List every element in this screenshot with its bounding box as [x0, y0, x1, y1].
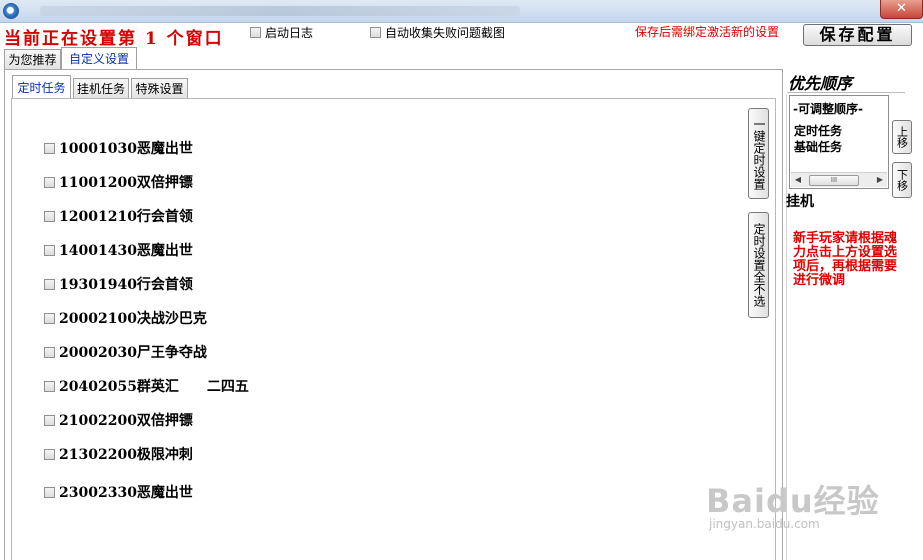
task-label: 12001210行会首领: [59, 209, 193, 225]
checkbox-box[interactable]: [44, 312, 55, 324]
watermark-logo: Baidu经验: [706, 482, 880, 520]
priority-list-item[interactable]: 定时任务: [794, 122, 842, 139]
task-checkbox-row[interactable]: 23002330恶魔出世: [44, 482, 193, 502]
save-config-button[interactable]: 保存配置: [803, 24, 912, 46]
idle-section-label: 挂机: [786, 194, 814, 210]
checkbox-box[interactable]: [44, 244, 55, 256]
priority-title: 优先顺序: [788, 74, 853, 93]
title-bar: ✕: [0, 0, 923, 23]
task-label: 23002330恶魔出世: [59, 485, 193, 501]
move-down-button[interactable]: 下移: [892, 162, 912, 198]
checkbox-box[interactable]: [44, 380, 55, 392]
task-checkbox-row[interactable]: 21302200极限冲刺: [44, 444, 193, 464]
task-checkbox-row[interactable]: 10001030恶魔出世: [44, 138, 193, 158]
priority-list-header: -可调整顺序-: [793, 102, 863, 116]
task-label: 11001200双倍押镖: [59, 175, 193, 191]
baidu-watermark: Baidu经验 jingyan.baidu.com: [706, 476, 880, 531]
task-checkbox-row[interactable]: 20002030尸王争夺战: [44, 342, 207, 362]
close-button[interactable]: ✕: [880, 0, 923, 19]
task-label: 20002100决战沙巴克: [59, 311, 207, 327]
move-down-label: 下移: [895, 169, 909, 191]
task-label: 20002030尸王争夺战: [59, 345, 207, 361]
task-checkbox-row[interactable]: 12001210行会首领: [44, 206, 193, 226]
task-label: 14001430恶魔出世: [59, 243, 193, 259]
checkbox-box[interactable]: [44, 346, 55, 358]
checkbox-box[interactable]: [44, 142, 55, 154]
tab-recommended[interactable]: 为您推荐: [4, 49, 61, 69]
task-label: 21002200双倍押镖: [59, 413, 193, 429]
tab-scheduled-tasks[interactable]: 定时任务: [12, 75, 71, 99]
save-notice: 保存后需绑定激活新的设置: [635, 25, 780, 39]
task-checkbox-row[interactable]: 20002100决战沙巴克: [44, 308, 207, 328]
newbie-tip: 新手玩家请根据魂力点击上方设置选项后，再根据需要进行微调: [793, 231, 898, 288]
deselect-all-schedule-button[interactable]: 定时设置全不选: [748, 212, 769, 318]
task-label: 19301940行会首领: [59, 277, 193, 293]
task-label: 21302200极限冲刺: [59, 447, 193, 463]
start-log-checkbox[interactable]: 启动日志: [250, 24, 313, 41]
checkbox-box[interactable]: [44, 414, 55, 426]
checkbox-box[interactable]: [44, 278, 55, 290]
tab-custom-settings[interactable]: 自定义设置: [61, 47, 137, 70]
checkbox-box[interactable]: [44, 176, 55, 188]
scroll-right-icon[interactable]: ▶: [874, 174, 886, 186]
checkbox-box[interactable]: [250, 27, 261, 38]
task-checkbox-row[interactable]: 21002200双倍押镖: [44, 410, 193, 430]
window-title-blurred: [40, 6, 520, 16]
scroll-left-icon[interactable]: ◀: [792, 174, 804, 186]
auto-screenshot-checkbox[interactable]: 自动收集失败问题截图: [370, 24, 505, 41]
horizontal-scrollbar[interactable]: ◀ III ▶: [791, 172, 887, 187]
task-label: 20402055群英汇 二四五: [59, 379, 249, 395]
move-up-label: 上移: [895, 126, 909, 148]
checkbox-box[interactable]: [370, 27, 381, 38]
task-checkbox-row[interactable]: 19301940行会首领: [44, 274, 193, 294]
one-key-schedule-button[interactable]: 一键定时设置: [748, 108, 769, 199]
checkbox-box[interactable]: [44, 448, 55, 460]
app-icon: [3, 3, 19, 19]
priority-listbox[interactable]: -可调整顺序- 定时任务 基础任务 ◀ III ▶: [789, 95, 889, 189]
priority-title-divider: [787, 92, 905, 93]
move-up-button[interactable]: 上移: [892, 120, 912, 154]
task-label: 10001030恶魔出世: [59, 141, 193, 157]
checkbox-label: 自动收集失败问题截图: [385, 26, 506, 40]
task-checkbox-row[interactable]: 14001430恶魔出世: [44, 240, 193, 260]
priority-list-item[interactable]: 基础任务: [794, 138, 842, 155]
watermark-url: jingyan.baidu.com: [709, 517, 820, 531]
checkbox-label: 启动日志: [265, 26, 314, 40]
tab-special-settings[interactable]: 特殊设置: [131, 78, 188, 98]
scroll-thumb[interactable]: III: [809, 175, 859, 186]
task-checkbox-row[interactable]: 11001200双倍押镖: [44, 172, 193, 192]
checkbox-box[interactable]: [44, 486, 55, 498]
checkbox-box[interactable]: [44, 210, 55, 222]
task-checkbox-row[interactable]: 20402055群英汇 二四五: [44, 376, 249, 396]
tab-idle-tasks[interactable]: 挂机任务: [73, 78, 129, 98]
current-window-banner: 当前正在设置第 1 个窗口: [4, 29, 224, 49]
